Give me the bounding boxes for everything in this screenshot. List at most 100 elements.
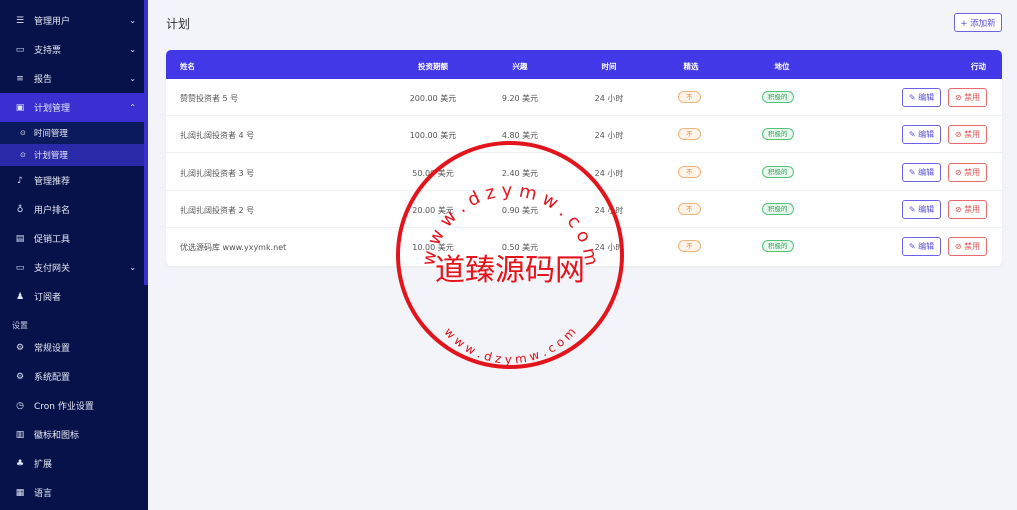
sidebar-item-label: 用户排名 xyxy=(34,206,71,216)
sidebar-item-label: 扩展 xyxy=(34,460,53,470)
disable-button[interactable]: ⊘ 禁用 xyxy=(948,200,987,219)
sidebar-item-label: 计划管理 xyxy=(34,104,71,114)
plan-amount: 50.00 美元 xyxy=(412,169,454,178)
chevron-down-icon: ⌄ xyxy=(129,263,136,272)
plan-name: 扎阔扎阔投资者 4 号 xyxy=(180,131,255,140)
edit-button[interactable]: ✎ 编辑 xyxy=(902,237,941,256)
chevron-up-icon: ⌃ xyxy=(129,103,136,112)
featured-badge: 不 xyxy=(678,166,701,178)
plan-interest: 9.20 美元 xyxy=(501,94,539,103)
disable-button[interactable]: ⊘ 禁用 xyxy=(948,237,987,256)
column-header-featured: 精选 xyxy=(683,62,699,71)
edit-button[interactable]: ✎ 编辑 xyxy=(902,125,941,144)
plan-amount: 200.00 美元 xyxy=(409,94,457,103)
column-header-status: 地位 xyxy=(774,62,790,71)
featured-badge: 不 xyxy=(678,91,701,103)
plan-interest: 4.80 美元 xyxy=(501,131,539,140)
ticket-icon: ▭ xyxy=(15,44,25,55)
status-badge: 积极的 xyxy=(762,240,794,252)
image-icon: ▤ xyxy=(15,233,25,244)
language-icon: ▦ xyxy=(15,487,25,498)
sidebar-item-label: 促销工具 xyxy=(34,235,71,245)
sidebar-item-label: 订阅者 xyxy=(34,293,62,303)
plan-interest: 0.50 美元 xyxy=(501,243,539,252)
sidebar-item-general-settings[interactable]: ⚙ 常规设置 xyxy=(0,333,148,362)
sidebar-item-subscribers[interactable]: ♟ 订阅者 xyxy=(0,282,148,311)
sidebar-subitem-label: 时间管理 xyxy=(33,129,68,139)
sidebar-item-system-config[interactable]: ⚙ 系统配置 xyxy=(0,362,148,391)
plan-name: 优选源码库 www.yxymk.net xyxy=(180,243,287,252)
sidebar-item-referrals[interactable]: ♪ 管理推荐 xyxy=(0,166,148,195)
disable-button[interactable]: ⊘ 禁用 xyxy=(948,125,987,144)
table-row: 扎阔扎阔投资者 4 号 100.00 美元 4.80 美元 24 小时 不 积极… xyxy=(166,116,1002,153)
plan-time: 24 小时 xyxy=(594,94,624,103)
sidebar-item-label: 系统配置 xyxy=(34,373,71,383)
page-title: 计划 xyxy=(166,17,191,31)
bell-icon: ♪ xyxy=(17,175,23,186)
status-badge: 积极的 xyxy=(762,91,794,103)
featured-badge: 不 xyxy=(678,203,701,215)
edit-button[interactable]: ✎ 编辑 xyxy=(902,200,941,219)
plan-name: 扎阔扎阔投资者 3 号 xyxy=(180,169,255,178)
users-icon: ☰ xyxy=(15,15,25,26)
thumbs-up-icon: ♟ xyxy=(15,291,25,302)
table-row: 赞赞投资者 5 号 200.00 美元 9.20 美元 24 小时 不 积极的 … xyxy=(166,79,1002,116)
status-badge: 积极的 xyxy=(762,166,794,178)
sidebar-item-label: 支付网关 xyxy=(34,264,71,274)
list-icon: ≡ xyxy=(16,73,24,84)
gear-icon: ⚙ xyxy=(15,371,25,382)
stamp-bottom-text: w w w . d z y m w . c o m xyxy=(441,325,578,367)
sidebar-section-settings: 设置 xyxy=(12,321,28,330)
sidebar-item-label: 语言 xyxy=(34,489,53,499)
plan-time: 24 小时 xyxy=(594,243,624,252)
card-icon: ▭ xyxy=(15,262,25,273)
status-badge: 积极的 xyxy=(762,128,794,140)
plan-amount: 10.00 美元 xyxy=(412,243,454,252)
sidebar-item-language[interactable]: ▦ 语言 xyxy=(0,478,148,507)
plan-interest: 0.90 美元 xyxy=(501,206,539,215)
sidebar-item-logo-favicon[interactable]: ▥ 徽标和图标 xyxy=(0,420,148,449)
clipboard-icon: ▣ xyxy=(15,102,25,113)
extension-icon: ♣ xyxy=(15,458,25,469)
sidebar-item-extensions[interactable]: ♣ 扩展 xyxy=(0,449,148,478)
disable-button[interactable]: ⊘ 禁用 xyxy=(948,163,987,182)
settings-icon: ⚙ xyxy=(15,342,25,353)
logo-icon: ▥ xyxy=(15,429,25,440)
chevron-down-icon: ⌄ xyxy=(129,45,136,54)
table-header: 姓名 投资期额 兴趣 时间 精选 地位 行动 xyxy=(166,50,1002,79)
plan-name: 赞赞投资者 5 号 xyxy=(180,94,239,103)
table-row: 扎阔扎阔投资者 2 号 20.00 美元 0.90 美元 24 小时 不 积极的… xyxy=(166,191,1002,228)
sidebar-item-label: Cron 作业设置 xyxy=(34,402,94,412)
sidebar-subitem-label: 计划管理 xyxy=(33,151,68,161)
sidebar-item-payment-gateways[interactable]: ▭ 支付网关 ⌄ xyxy=(0,253,148,282)
column-header-name: 姓名 xyxy=(180,62,195,71)
add-new-button[interactable]: + 添加新 xyxy=(954,13,1002,32)
sidebar-subitem-plan-management[interactable]: ⊙ 计划管理 xyxy=(0,144,148,166)
edit-button[interactable]: ✎ 编辑 xyxy=(902,88,941,107)
plan-interest: 2.40 美元 xyxy=(501,169,539,178)
plan-amount: 20.00 美元 xyxy=(412,206,454,215)
featured-badge: 不 xyxy=(678,240,701,252)
circle-icon: ⊙ xyxy=(20,151,26,159)
sidebar-item-manage-users[interactable]: ☰ 管理用户 ⌄ xyxy=(0,6,148,35)
sidebar-item-label: 报告 xyxy=(34,75,53,85)
sidebar-item-label: 管理推荐 xyxy=(34,177,71,187)
sidebar-item-promo-tools[interactable]: ▤ 促销工具 xyxy=(0,224,148,253)
sidebar-item-plan-management[interactable]: ▣ 计划管理 ⌃ xyxy=(0,93,148,122)
plans-table: 姓名 投资期额 兴趣 时间 精选 地位 行动 赞赞投资者 5 号 200.00 … xyxy=(166,50,1002,266)
plan-name: 扎阔扎阔投资者 2 号 xyxy=(180,206,255,215)
disable-button[interactable]: ⊘ 禁用 xyxy=(948,88,987,107)
plan-time: 24 小时 xyxy=(594,169,624,178)
chevron-down-icon: ⌄ xyxy=(129,16,136,25)
sidebar-item-support-tickets[interactable]: ▭ 支持票 ⌄ xyxy=(0,35,148,64)
column-header-action: 行动 xyxy=(971,62,986,71)
edit-button[interactable]: ✎ 编辑 xyxy=(902,163,941,182)
sidebar-subitem-time-management[interactable]: ⊙ 时间管理 xyxy=(0,122,148,144)
sidebar-item-user-ranking[interactable]: ♁ 用户排名 xyxy=(0,195,148,224)
sidebar-item-cron-settings[interactable]: ◷ Cron 作业设置 xyxy=(0,391,148,420)
column-header-amount: 投资期额 xyxy=(418,62,448,71)
sidebar-item-reports[interactable]: ≡ 报告 ⌄ xyxy=(0,64,148,93)
table-row: 优选源码库 www.yxymk.net 10.00 美元 0.50 美元 24 … xyxy=(166,228,1002,265)
column-header-interest: 兴趣 xyxy=(512,62,528,71)
sidebar: ☰ 管理用户 ⌄ ▭ 支持票 ⌄ ≡ 报告 ⌄ ▣ 计划管理 ⌃ ⊙ 时间管理 … xyxy=(0,0,148,510)
